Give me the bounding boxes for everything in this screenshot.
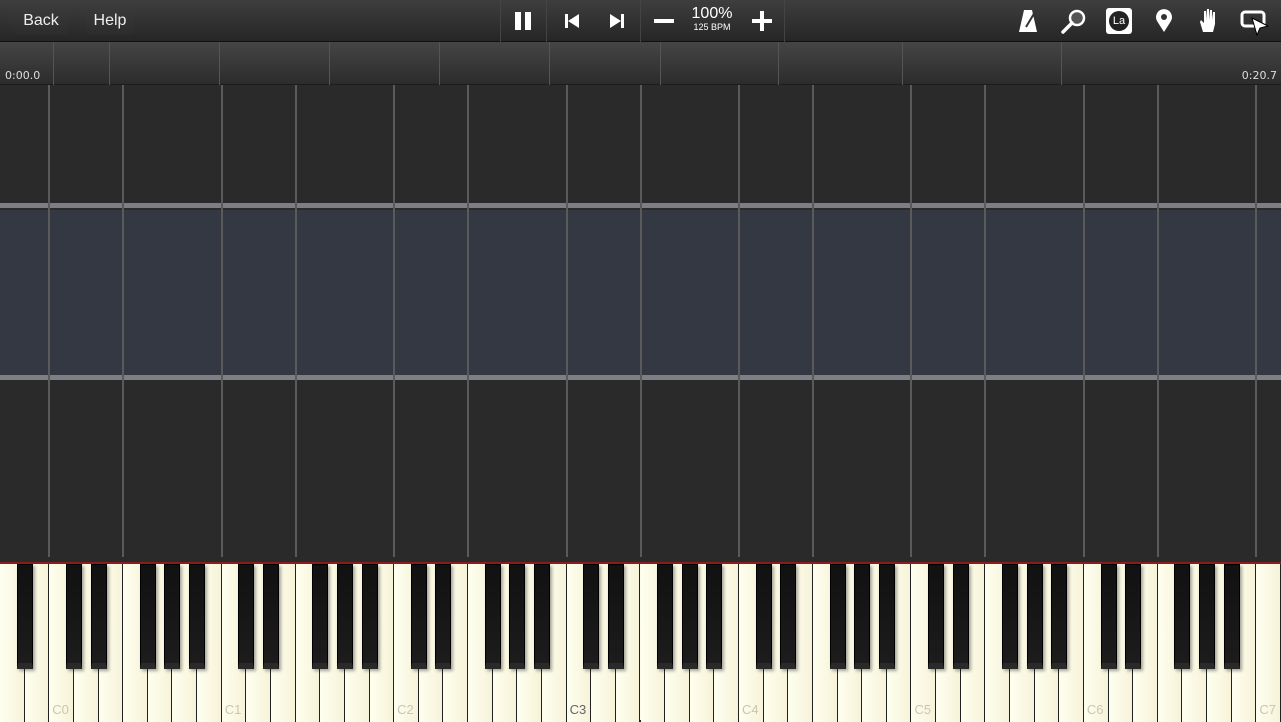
grid-line (738, 85, 741, 557)
hand-icon[interactable] (1194, 6, 1224, 36)
black-key[interactable] (410, 564, 427, 669)
black-key[interactable] (1174, 564, 1191, 669)
black-key[interactable] (706, 564, 723, 669)
location-pin-icon[interactable] (1149, 6, 1179, 36)
metronome-icon[interactable] (1013, 6, 1043, 36)
pause-icon[interactable] (508, 6, 538, 36)
plus-icon[interactable] (747, 6, 777, 36)
black-key[interactable] (1002, 564, 1019, 669)
black-key[interactable] (583, 564, 600, 669)
end-time: 0:20.7 (1241, 69, 1277, 82)
octave-label: C2 (397, 702, 414, 717)
black-key[interactable] (484, 564, 501, 669)
white-key[interactable] (1256, 564, 1281, 722)
black-key[interactable] (1125, 564, 1142, 669)
bpm-label: 125 BPM (693, 22, 731, 32)
grid-line (1255, 85, 1258, 557)
divider (546, 0, 547, 42)
skip-forward-icon[interactable] (602, 6, 632, 36)
black-key[interactable] (1100, 564, 1117, 669)
divider (500, 0, 501, 42)
grid-line (910, 85, 913, 557)
grid-line (639, 85, 642, 557)
note-roll (0, 85, 1281, 562)
black-key[interactable] (312, 564, 329, 669)
black-key[interactable] (1223, 564, 1240, 669)
grid-line (1156, 85, 1159, 557)
octave-label: C5 (914, 702, 932, 717)
grid-line (565, 85, 568, 557)
grid-line (393, 85, 396, 557)
black-key[interactable] (780, 564, 797, 669)
black-key[interactable] (1199, 564, 1216, 669)
black-key[interactable] (854, 564, 871, 669)
black-key[interactable] (262, 564, 279, 669)
octave-label: C3 (569, 702, 587, 717)
black-key[interactable] (65, 564, 82, 669)
octave-label: C7 (1259, 702, 1276, 717)
black-key[interactable] (90, 564, 107, 669)
help-button[interactable]: Help (86, 7, 134, 35)
black-key[interactable] (657, 564, 674, 669)
grid-line (48, 85, 51, 557)
grid-line (122, 85, 125, 557)
black-key[interactable] (361, 564, 378, 669)
divider (784, 0, 785, 42)
black-key[interactable] (509, 564, 526, 669)
divider (640, 0, 641, 42)
black-key[interactable] (952, 564, 969, 669)
black-key[interactable] (607, 564, 624, 669)
black-key[interactable] (928, 564, 945, 669)
black-key[interactable] (189, 564, 206, 669)
piano-keyboard[interactable]: C0 C1 C2 C3 C4 C5 C6 C7 (0, 562, 1281, 722)
black-key[interactable] (755, 564, 772, 669)
grid-line (467, 85, 470, 557)
black-key[interactable] (16, 564, 33, 669)
magnifier-icon[interactable] (1059, 6, 1089, 36)
octave-label: C4 (742, 702, 759, 717)
black-key[interactable] (533, 564, 550, 669)
octave-label: C1 (224, 702, 242, 717)
grid-line (294, 85, 297, 557)
black-key[interactable] (681, 564, 698, 669)
octave-label: C0 (52, 702, 69, 717)
start-time: 0:00.0 (5, 69, 41, 82)
black-key[interactable] (164, 564, 181, 669)
back-button[interactable]: Back (6, 7, 68, 35)
note-labels-text: La (1109, 11, 1129, 31)
grid-line (1082, 85, 1085, 557)
speed-percent: 100% (691, 5, 733, 22)
speed-display: 100% 125 BPM (686, 5, 738, 33)
minus-icon[interactable] (649, 6, 679, 36)
black-key[interactable] (238, 564, 255, 669)
toolbar: Back Help 100% 125 BPM La (0, 0, 1281, 42)
octave-label: C6 (1086, 702, 1104, 717)
black-key[interactable] (829, 564, 846, 669)
keyboard-display-icon[interactable] (1240, 6, 1270, 36)
grid-line (984, 85, 987, 557)
black-key[interactable] (1026, 564, 1043, 669)
black-key[interactable] (336, 564, 353, 669)
note-labels-icon[interactable]: La (1104, 6, 1134, 36)
skip-back-icon[interactable] (557, 6, 587, 36)
black-key[interactable] (139, 564, 156, 669)
grid-line (811, 85, 814, 557)
black-key[interactable] (1051, 564, 1068, 669)
grid-line (220, 85, 223, 557)
black-key[interactable] (878, 564, 895, 669)
black-key[interactable] (435, 564, 452, 669)
timeline-scrubber[interactable]: 0:00.0 0:20.7 (0, 42, 1281, 85)
